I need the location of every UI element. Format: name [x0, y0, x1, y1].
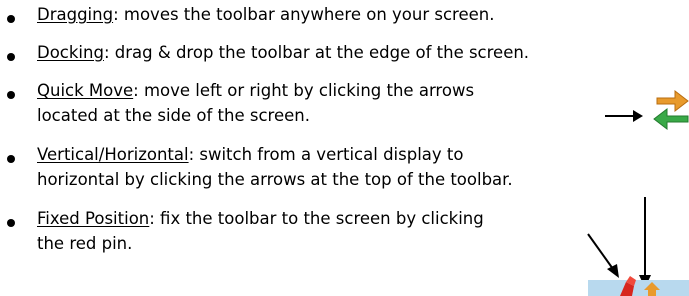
term-docking: Docking — [37, 43, 104, 62]
list-item-text: Fixed Position: fix the toolbar to the s… — [37, 208, 484, 230]
list-item-text-continued: located at the side of the screen. — [37, 106, 310, 125]
list-item-text-continued: the red pin. — [37, 234, 133, 253]
description: : switch from a vertical display to — [188, 145, 464, 164]
list-item-text: Docking: drag & drop the toolbar at the … — [37, 42, 529, 64]
pointer-arrow-diagonal — [587, 233, 619, 278]
term-vertical-horizontal: Vertical/Horizontal — [37, 145, 189, 164]
bullet-dot — [7, 155, 15, 163]
swap-arrows-icon — [653, 89, 689, 131]
list-item-text: Vertical/Horizontal: switch from a verti… — [37, 144, 463, 166]
bullet-dot — [7, 219, 15, 227]
list-item-text: Quick Move: move left or right by clicki… — [37, 80, 474, 102]
toolbar-pin-icon — [588, 276, 689, 296]
term-quick-move: Quick Move — [37, 81, 134, 100]
description: : drag & drop the toolbar at the edge of… — [103, 43, 530, 62]
list-item-text: Dragging: moves the toolbar anywhere on … — [37, 4, 494, 26]
description: : moves the toolbar anywhere on your scr… — [113, 5, 495, 24]
description: : move left or right by clicking the arr… — [133, 81, 475, 100]
bullet-dot — [7, 15, 15, 23]
list-item-text-continued: horizontal by clicking the arrows at the… — [37, 170, 513, 189]
term-fixed-position: Fixed Position — [37, 209, 150, 228]
description: : fix the toolbar to the screen by click… — [149, 209, 484, 228]
bullet-dot — [7, 91, 15, 99]
document-page: Dragging: moves the toolbar anywhere on … — [0, 0, 689, 296]
bullet-dot — [7, 53, 15, 61]
term-dragging: Dragging — [37, 5, 114, 24]
pointer-arrow-right — [605, 110, 643, 122]
